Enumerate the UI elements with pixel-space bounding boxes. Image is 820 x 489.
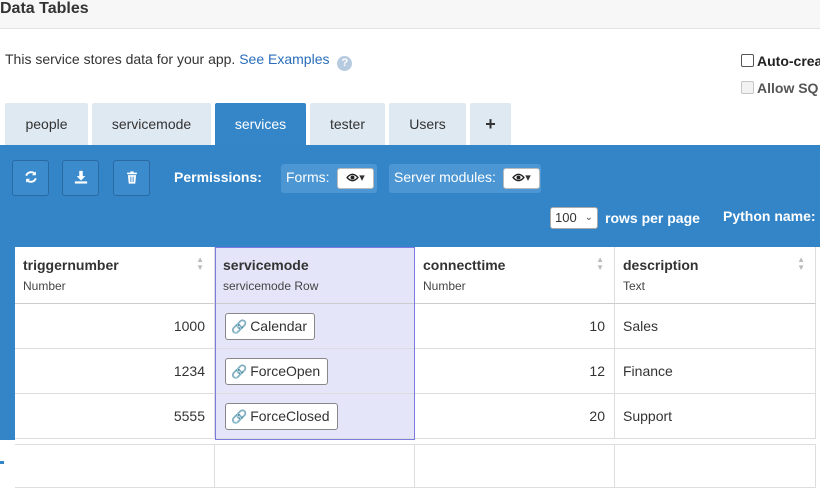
cell-servicemode[interactable]: 🔗 ForceOpen (215, 349, 415, 394)
delete-table-button[interactable] (113, 160, 150, 196)
intro-text: This service stores data for your app. S… (5, 51, 353, 71)
column-name: connecttime (423, 257, 506, 273)
new-row-cell[interactable] (215, 444, 415, 488)
link-label: ForceOpen (250, 363, 321, 379)
download-icon (74, 170, 87, 184)
sort-icon[interactable]: ▲ ▼ (797, 256, 805, 272)
column-header-servicemode[interactable]: servicemode servicemode Row (215, 247, 415, 304)
intro-description: This service stores data for your app. (5, 51, 236, 67)
row-link-button[interactable]: 🔗 ForceOpen (225, 358, 329, 385)
cell-description[interactable]: Finance (615, 349, 816, 394)
new-row-cell[interactable] (15, 444, 215, 488)
trash-icon (126, 171, 137, 184)
server-modules-permission-select[interactable]: ▾ (503, 168, 540, 189)
permissions-label: Permissions: (174, 169, 262, 185)
link-label: Calendar (250, 318, 308, 334)
refresh-icon (24, 171, 37, 183)
column-type: Text (623, 279, 646, 293)
allow-sql-label: Allow SQ (757, 80, 819, 96)
chevron-down-icon: ⌄ (584, 212, 593, 223)
new-row-marker (0, 461, 4, 464)
column-name: servicemode (223, 257, 309, 273)
eye-icon (346, 173, 360, 182)
cell-triggernumber[interactable]: 5555 (15, 394, 215, 439)
auto-create-checkbox[interactable] (741, 54, 754, 67)
add-table-button[interactable]: + (470, 103, 511, 145)
page-header (0, 0, 820, 29)
sort-icon[interactable]: ▲ ▼ (596, 256, 604, 272)
auto-create-option[interactable]: Auto-crea (741, 53, 820, 69)
cell-servicemode[interactable]: 🔗 ForceClosed (215, 394, 415, 439)
new-row-cell[interactable] (615, 444, 816, 488)
link-icon: 🔗 (231, 409, 248, 424)
row-link-button[interactable]: 🔗 Calendar (225, 313, 316, 340)
chevron-down-icon: ▾ (359, 172, 365, 184)
allow-sql-checkbox (741, 81, 754, 94)
link-icon: 🔗 (231, 364, 248, 379)
forms-label: Forms: (286, 169, 330, 185)
row-selector-bar[interactable] (0, 247, 15, 440)
rows-per-page-select[interactable]: 100 ⌄ (550, 207, 598, 229)
python-name-label: Python name: (723, 208, 816, 224)
column-type: Number (23, 279, 66, 293)
column-type: servicemode Row (223, 279, 319, 293)
cell-connecttime[interactable]: 20 (415, 394, 615, 439)
column-header-description[interactable]: description Text ▲ ▼ (615, 247, 816, 304)
link-icon: 🔗 (231, 319, 248, 334)
server-modules-label: Server modules: (394, 169, 496, 185)
sort-icon[interactable]: ▲ ▼ (196, 256, 204, 272)
rows-per-page-label: rows per page (605, 210, 700, 226)
column-header-triggernumber[interactable]: triggernumber Number ▲ ▼ (15, 247, 215, 304)
see-examples-link[interactable]: See Examples (239, 51, 329, 67)
link-label: ForceClosed (250, 408, 330, 424)
cell-connecttime[interactable]: 10 (415, 304, 615, 349)
tab-services[interactable]: services (215, 103, 306, 145)
cell-description[interactable]: Sales (615, 304, 816, 349)
cell-triggernumber[interactable]: 1234 (15, 349, 215, 394)
cell-servicemode[interactable]: 🔗 Calendar (215, 304, 415, 349)
cell-triggernumber[interactable]: 1000 (15, 304, 215, 349)
column-type: Number (423, 279, 466, 293)
row-link-button[interactable]: 🔗 ForceClosed (225, 403, 338, 430)
column-header-connecttime[interactable]: connecttime Number ▲ ▼ (415, 247, 615, 304)
refresh-button[interactable] (12, 160, 49, 196)
tab-servicemode[interactable]: servicemode (92, 103, 211, 145)
auto-create-label: Auto-crea (757, 53, 820, 69)
cell-connecttime[interactable]: 12 (415, 349, 615, 394)
eye-icon (512, 173, 526, 182)
column-name: description (623, 257, 699, 273)
forms-permission-select[interactable]: ▾ (337, 168, 374, 189)
page-title: Data Tables (0, 0, 89, 17)
column-name: triggernumber (23, 257, 119, 273)
tab-people[interactable]: people (5, 103, 88, 145)
tab-users[interactable]: Users (389, 103, 466, 145)
download-button[interactable] (62, 160, 99, 196)
new-row-cell[interactable] (415, 444, 615, 488)
allow-sql-option: Allow SQ (741, 80, 818, 96)
chevron-down-icon: ▾ (525, 172, 531, 184)
tab-tester[interactable]: tester (310, 103, 385, 145)
rows-per-page-value: 100 (555, 210, 577, 225)
cell-description[interactable]: Support (615, 394, 816, 439)
help-icon[interactable]: ? (337, 56, 353, 71)
